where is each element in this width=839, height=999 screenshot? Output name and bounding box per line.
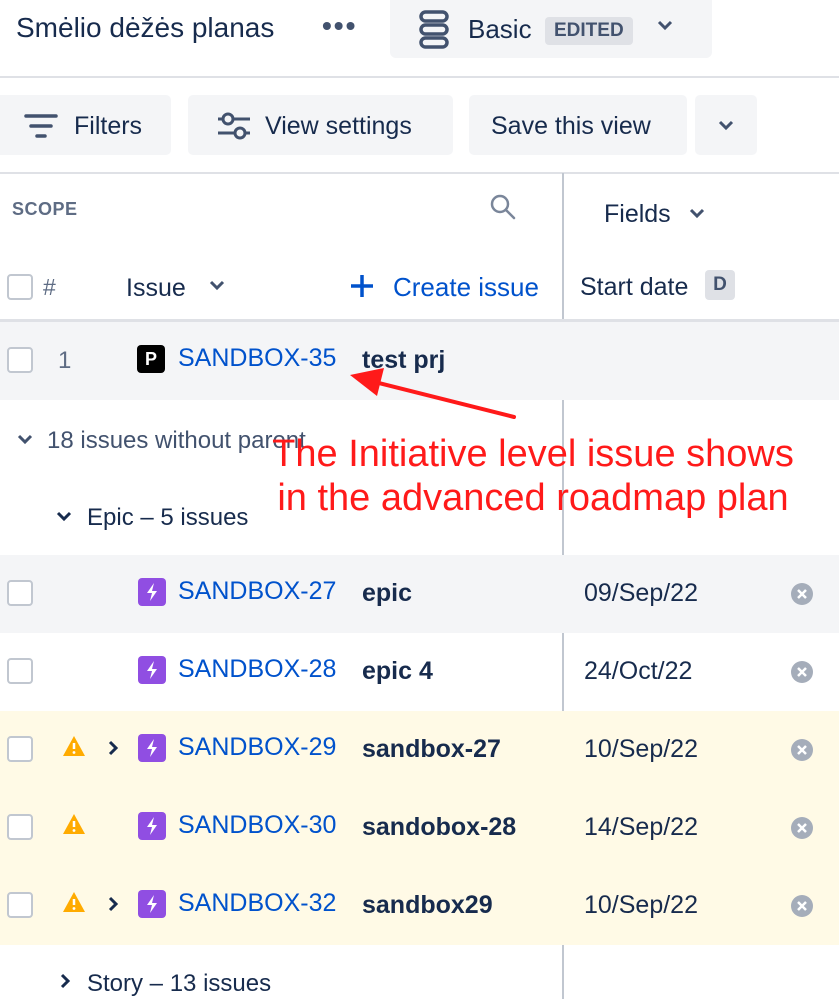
plus-icon [351,275,373,297]
row-checkbox[interactable] [7,658,33,684]
warning-icon[interactable] [62,891,86,913]
filters-label: Filters [74,112,143,140]
clear-date-icon[interactable] [790,816,814,840]
save-view-button[interactable]: Save this view [469,95,687,155]
create-issue-button[interactable]: Create issue [393,272,539,303]
fields-button[interactable]: Fields [604,200,671,229]
row-checkbox[interactable] [7,814,33,840]
view-icon [419,10,449,49]
row-checkbox[interactable] [7,580,33,606]
lightning-icon [147,583,157,601]
row-checkbox[interactable] [7,892,33,918]
start-date-cell[interactable]: 24/Oct/22 [584,657,692,686]
lightning-icon [147,661,157,679]
issue-summary[interactable]: sandbox29 [362,891,493,920]
clear-date-icon[interactable] [790,894,814,918]
start-date-cell[interactable]: 10/Sep/22 [584,735,698,764]
clear-date-icon[interactable] [790,738,814,762]
plan-title[interactable]: Smėlio dėžės planas [16,12,274,44]
lightning-icon [147,895,157,913]
chevron-right-icon[interactable] [58,972,72,990]
divider [0,172,839,174]
row-number: 1 [58,347,72,374]
select-all-checkbox[interactable] [7,274,33,300]
warning-icon[interactable] [62,813,86,835]
chevron-down-icon[interactable] [55,510,73,524]
start-date-cell[interactable]: 10/Sep/22 [584,891,698,920]
group-epic[interactable]: Epic – 5 issues [87,504,248,532]
chevron-down-icon [657,20,673,31]
annotation-arrow [350,368,516,419]
issue-key-link[interactable]: SANDBOX-30 [178,811,336,840]
clear-date-icon[interactable] [790,582,814,606]
table-row[interactable]: SANDBOX-28 epic 4 24/Oct/22 [0,633,839,711]
epic-type-icon [138,734,166,762]
issue-key-link[interactable]: SANDBOX-35 [178,344,336,373]
table-row[interactable]: SANDBOX-30 sandobox-28 14/Sep/22 [0,789,839,867]
issue-summary[interactable]: sandobox-28 [362,813,516,842]
table-row[interactable]: SANDBOX-27 epic 09/Sep/22 [0,555,839,633]
save-view-label: Save this view [491,112,651,140]
issue-key-link[interactable]: SANDBOX-27 [178,577,336,606]
annotation-line: in the advanced roadmap plan [277,477,789,519]
start-date-cell[interactable]: 09/Sep/22 [584,579,698,608]
epic-type-icon [138,578,166,606]
issue-key-link[interactable]: SANDBOX-28 [178,655,336,684]
view-name: Basic [468,14,532,44]
warning-icon[interactable] [62,735,86,757]
filters-button[interactable]: Filters [0,95,171,155]
start-date-cell[interactable]: 14/Sep/22 [584,813,698,842]
lightning-icon [147,739,157,757]
epic-type-icon [138,890,166,918]
table-row[interactable]: SANDBOX-29 sandbox-27 10/Sep/22 [0,711,839,789]
chevron-down-icon[interactable] [16,433,34,447]
table-row[interactable]: SANDBOX-32 sandbox29 10/Sep/22 [0,867,839,945]
epic-type-icon [138,812,166,840]
issue-summary[interactable]: epic 4 [362,657,433,686]
annotation-text: The Initiative level issue shows in the … [243,432,823,520]
clear-date-icon[interactable] [790,660,814,684]
chevron-right-icon[interactable] [106,739,120,757]
issue-key-link[interactable]: SANDBOX-32 [178,889,336,918]
issue-column-header[interactable]: Issue [126,274,186,303]
chevron-right-icon[interactable] [106,895,120,913]
group-story[interactable]: Story – 13 issues [87,970,271,998]
more-actions-button[interactable]: ••• [322,10,357,42]
start-date-column-header[interactable]: Start date [580,273,688,302]
edited-badge: EDITED [545,17,633,45]
view-switcher[interactable]: Basic EDITED [390,0,712,58]
lightning-icon [147,817,157,835]
annotation-line: The Initiative level issue shows [272,433,794,475]
top-bar: Smėlio dėžės planas ••• Basic EDITED [0,0,839,78]
issue-summary[interactable]: sandbox-27 [362,735,501,764]
date-field-badge: D [705,270,735,300]
view-settings-label: View settings [265,112,412,140]
sliders-icon [218,112,250,140]
issue-key-link[interactable]: SANDBOX-29 [178,733,336,762]
number-column-header: # [43,274,56,300]
filter-icon [24,114,58,138]
project-type-icon: P [137,345,165,373]
scope-label: SCOPE [12,199,78,219]
chevron-down-icon[interactable] [208,279,226,293]
issue-summary[interactable]: epic [362,579,412,608]
chevron-down-icon [718,120,734,131]
save-view-options-button[interactable] [695,95,757,155]
epic-type-icon [138,656,166,684]
column-header-row: # Issue Create issue Start date D [0,252,839,322]
row-checkbox[interactable] [7,736,33,762]
search-icon[interactable] [489,193,517,221]
row-checkbox[interactable] [7,347,33,373]
chevron-down-icon [689,208,705,219]
view-settings-button[interactable]: View settings [188,95,453,155]
